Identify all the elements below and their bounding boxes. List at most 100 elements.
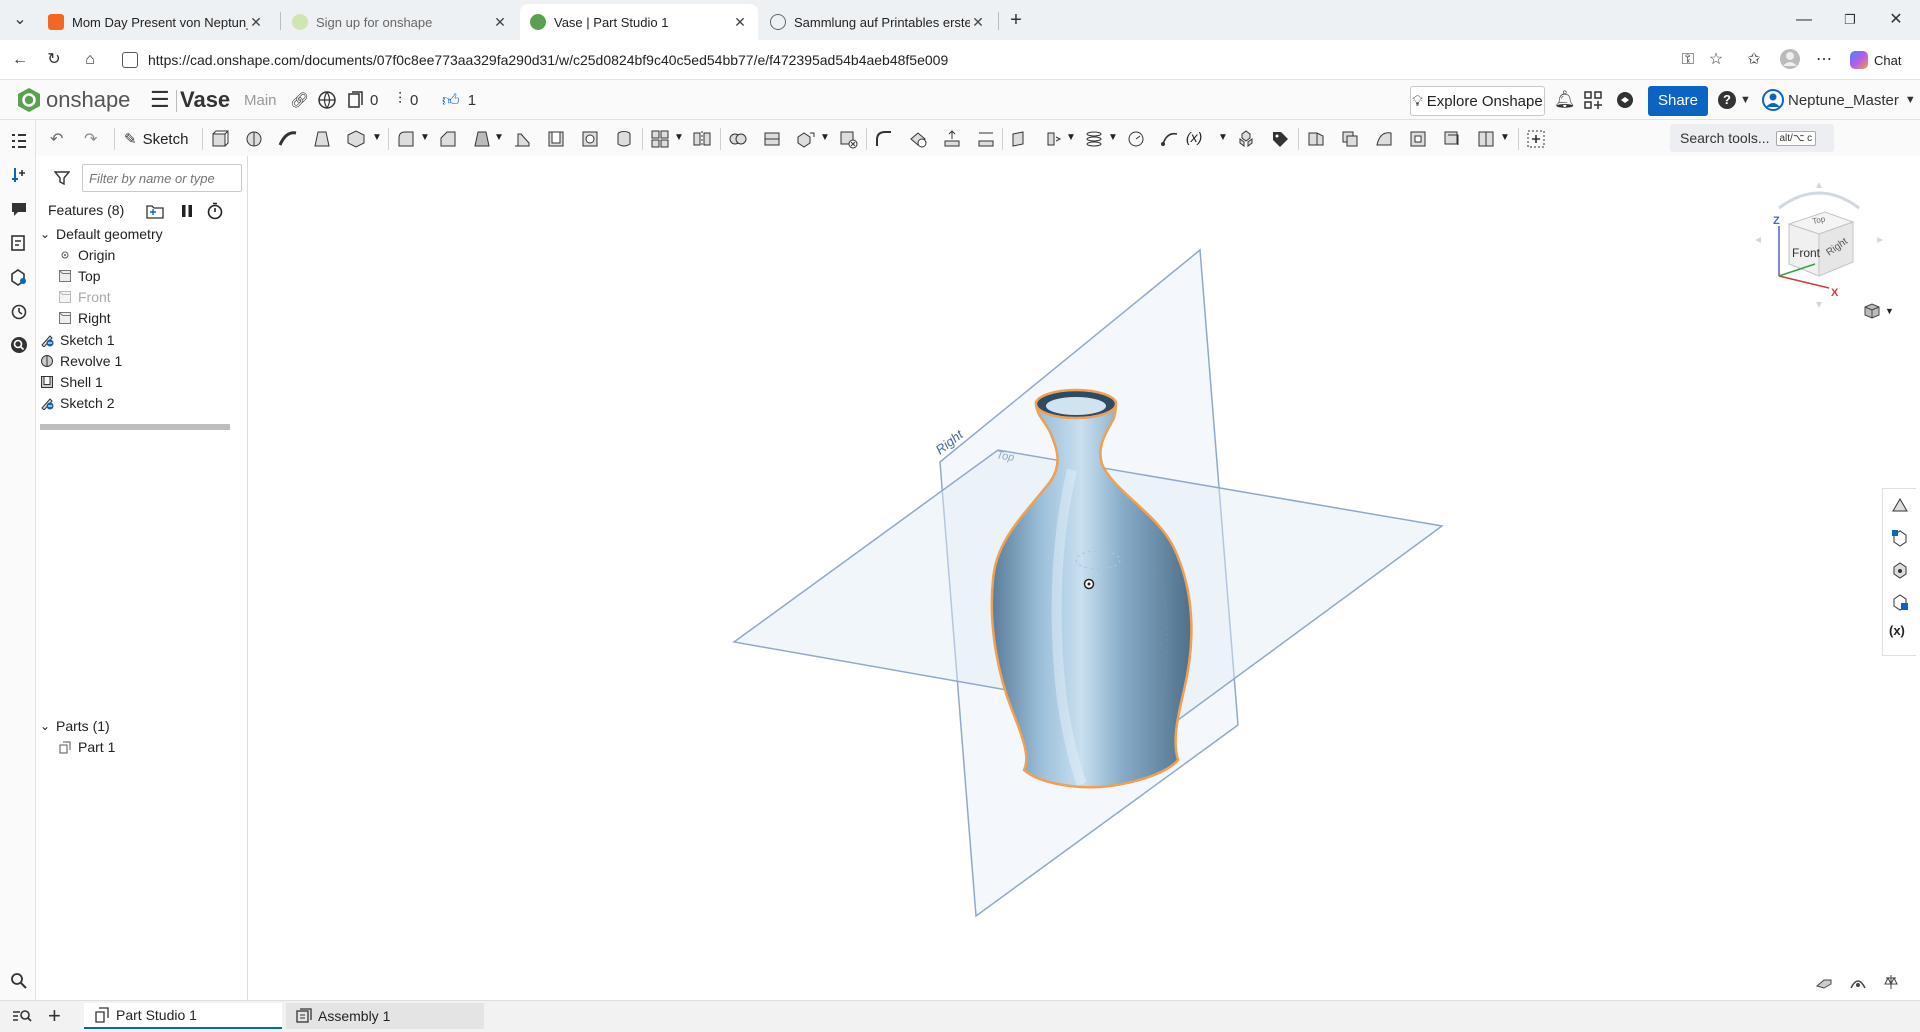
chevron-down-icon[interactable]: ▼: [1066, 132, 1076, 152]
move-face-icon[interactable]: [942, 129, 962, 149]
like-button[interactable]: 👍︎ 1: [442, 80, 476, 120]
shell-icon[interactable]: [546, 129, 566, 149]
close-tab-icon[interactable]: ✕: [248, 14, 264, 31]
chevron-down-icon[interactable]: ▼: [674, 132, 684, 152]
linear-pattern-icon[interactable]: [650, 129, 670, 149]
tree-item-sketch-1[interactable]: Sketch 1: [40, 330, 114, 350]
tab-assembly-1[interactable]: Assembly 1: [286, 1003, 484, 1029]
graphics-viewport[interactable]: Right Top Top Front Right Z X ▼: [249, 156, 1898, 1000]
window-close-icon[interactable]: ✕: [1884, 8, 1908, 32]
add-folder-icon[interactable]: [146, 203, 164, 219]
rollback-bar[interactable]: [40, 424, 230, 430]
home-icon[interactable]: ⌂: [78, 48, 102, 72]
bom-panel-icon[interactable]: [1891, 593, 1909, 611]
more-menu-icon[interactable]: ⋯: [1812, 48, 1836, 72]
revolve-icon[interactable]: [244, 129, 264, 149]
rib-icon[interactable]: [512, 129, 532, 149]
chevron-down-icon[interactable]: ▼: [420, 132, 430, 152]
tree-item-right[interactable]: Right: [58, 308, 111, 328]
view-menu[interactable]: ▼: [1863, 302, 1894, 320]
tree-item-revolve-1[interactable]: Revolve 1: [40, 351, 122, 371]
hamburger-menu-icon[interactable]: ☰: [150, 80, 170, 120]
back-icon[interactable]: ←: [8, 48, 32, 72]
reload-icon[interactable]: ↻: [42, 48, 66, 72]
app-store-icon[interactable]: [1584, 80, 1602, 120]
tab-list-chevron-icon[interactable]: ⌄: [8, 8, 32, 32]
view-cube[interactable]: Top Front Right Z X: [1749, 172, 1889, 312]
minimize-icon[interactable]: —: [1792, 8, 1816, 32]
parts-group[interactable]: ⌄ Parts (1): [40, 716, 110, 736]
pause-rollback-icon[interactable]: [180, 203, 194, 219]
undo-icon[interactable]: ↶: [50, 129, 70, 149]
sketch-button[interactable]: ✎ Sketch: [124, 128, 188, 150]
explore-onshape-button[interactable]: 💡︎ Explore Onshape: [1410, 86, 1545, 116]
tree-item-sketch-2[interactable]: Sketch 2: [40, 393, 114, 413]
filter-icon[interactable]: [54, 170, 70, 186]
tree-item-shell-1[interactable]: Shell 1: [40, 372, 103, 392]
help-menu[interactable]: ? ▼: [1718, 80, 1751, 120]
rotate-right-arrow-icon[interactable]: [1877, 237, 1883, 243]
public-globe-icon[interactable]: [318, 80, 336, 120]
tree-item-part-1[interactable]: Part 1: [58, 737, 115, 757]
appearances-panel-icon[interactable]: [1891, 529, 1909, 547]
restore-icon[interactable]: ❐: [1838, 8, 1862, 32]
tab-part-studio-1[interactable]: Part Studio 1: [84, 1003, 282, 1029]
chevron-down-icon[interactable]: ▼: [1218, 132, 1228, 152]
user-menu[interactable]: Neptune_Master ▼: [1762, 80, 1916, 120]
mate-connector-icon[interactable]: [1044, 129, 1064, 149]
password-key-icon[interactable]: ⚿: [1676, 48, 1700, 72]
delete-face-icon[interactable]: [908, 129, 928, 149]
copilot-chat-button[interactable]: Chat: [1850, 48, 1901, 72]
rotate-down-arrow-icon[interactable]: [1816, 302, 1822, 308]
profile-icon[interactable]: [1778, 48, 1802, 72]
variables-panel-icon[interactable]: (x): [1889, 623, 1905, 638]
plane-tool-icon[interactable]: [1010, 129, 1030, 149]
measure-tool-icon[interactable]: [1883, 974, 1899, 990]
tree-item-top[interactable]: Top: [58, 266, 101, 286]
curve-icon[interactable]: [1126, 129, 1146, 149]
model-canvas[interactable]: Right Top: [249, 156, 1880, 1000]
appearance-icon[interactable]: [10, 268, 28, 286]
chevron-down-icon[interactable]: ▼: [1500, 132, 1510, 152]
share-button[interactable]: Share: [1648, 86, 1708, 116]
fillet-icon[interactable]: [396, 129, 416, 149]
named-views-icon[interactable]: [1849, 976, 1867, 990]
history-icon[interactable]: [10, 302, 28, 320]
thicken-icon[interactable]: [346, 129, 366, 149]
frame-icon[interactable]: [1408, 129, 1428, 149]
versions-button[interactable]: 0: [348, 80, 378, 120]
section-view-icon[interactable]: [1815, 976, 1833, 990]
chamfer-icon[interactable]: [438, 129, 458, 149]
new-tab-icon[interactable]: +: [1004, 8, 1028, 32]
variables-icon[interactable]: [10, 166, 28, 184]
tree-item-origin[interactable]: Origin: [58, 245, 115, 265]
sweep-icon[interactable]: [278, 129, 298, 149]
mirror-icon[interactable]: [692, 129, 712, 149]
delete-part-icon[interactable]: [838, 129, 858, 149]
surface-icon[interactable]: [1374, 129, 1394, 149]
site-info-icon[interactable]: [122, 52, 138, 68]
favorites-icon[interactable]: ✩: [1742, 48, 1766, 72]
cylinder-icon[interactable]: [614, 129, 634, 149]
transform-icon[interactable]: [796, 129, 816, 149]
browser-tab-vase[interactable]: Vase | Part Studio 1 ✕: [520, 4, 758, 40]
extrude-icon[interactable]: [210, 129, 230, 149]
comments-icon[interactable]: [10, 200, 28, 218]
chevron-down-icon[interactable]: ▼: [372, 132, 382, 152]
add-element-icon[interactable]: +: [48, 1003, 61, 1029]
close-tab-icon[interactable]: ✕: [492, 14, 508, 31]
browser-tab-printables[interactable]: Mom Day Present von Neptun_Ma ✕: [38, 4, 274, 40]
filter-input[interactable]: [82, 164, 242, 192]
tag-icon[interactable]: [1270, 129, 1290, 149]
search-tools-field[interactable]: Search tools... alt/⌥ c: [1670, 124, 1834, 152]
default-geometry-group[interactable]: ⌄ Default geometry: [40, 224, 163, 244]
tab-search-icon[interactable]: [12, 1008, 32, 1027]
boolean-icon[interactable]: [728, 129, 748, 149]
custom-feature-icon[interactable]: [1476, 129, 1496, 149]
configuration-icon[interactable]: [1236, 129, 1256, 149]
close-tab-icon[interactable]: ✕: [970, 14, 986, 31]
search-panel-icon[interactable]: [10, 972, 28, 990]
variable-icon[interactable]: (x): [1186, 129, 1220, 149]
favorite-star-icon[interactable]: ☆: [1704, 48, 1728, 72]
chevron-down-icon[interactable]: ▼: [494, 132, 504, 152]
